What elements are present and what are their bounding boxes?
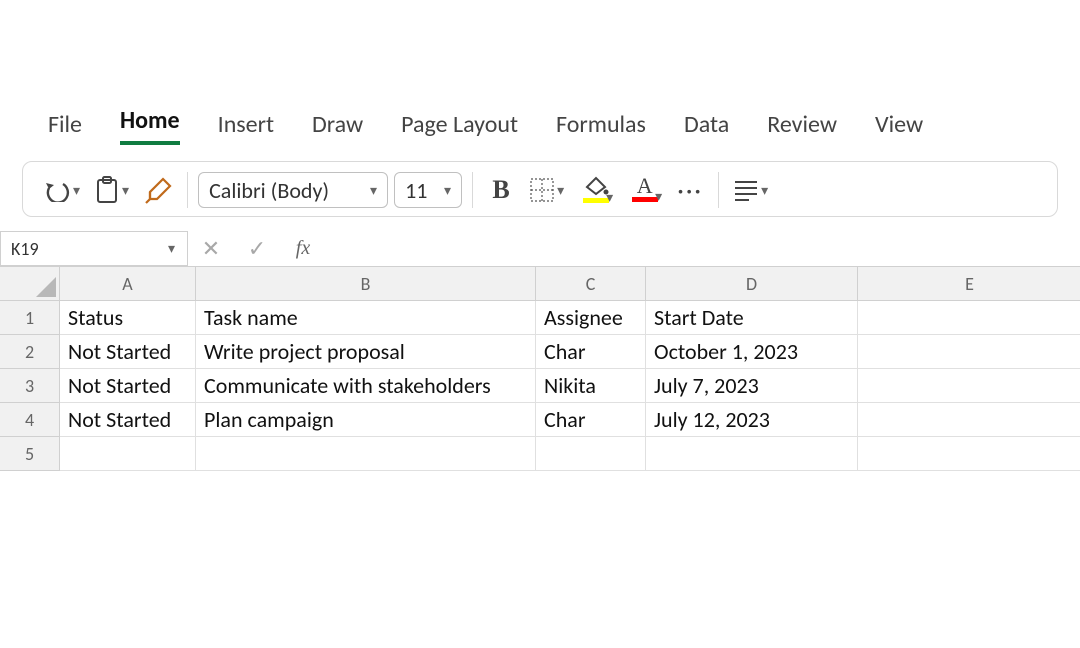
- font-size-select[interactable]: 11 ▾: [394, 172, 462, 208]
- undo-button[interactable]: ▾: [39, 172, 84, 208]
- chevron-down-icon: ▾: [370, 182, 377, 199]
- x-icon: ✕: [202, 235, 220, 262]
- font-name-value: Calibri (Body): [209, 177, 329, 204]
- cell-d3[interactable]: July 7, 2023: [646, 369, 858, 403]
- cell-reference: K19: [11, 238, 39, 260]
- formula-bar: K19 ▾ ✕ ✓ fx: [0, 231, 1080, 267]
- cell-c1[interactable]: Assignee: [536, 301, 646, 335]
- insert-function-button[interactable]: fx: [280, 231, 326, 266]
- row-header-4[interactable]: 4: [0, 403, 60, 437]
- column-header-e[interactable]: E: [858, 267, 1080, 301]
- cell-a1[interactable]: Status: [60, 301, 196, 335]
- chevron-down-icon: ▾: [655, 188, 662, 205]
- row-header-2[interactable]: 2: [0, 335, 60, 369]
- name-box[interactable]: K19 ▾: [0, 231, 188, 266]
- chevron-down-icon: ▾: [168, 240, 175, 257]
- cell-b3[interactable]: Communicate with stakeholders: [196, 369, 536, 403]
- toolbar-separator: [472, 172, 473, 208]
- cell-b2[interactable]: Write project proposal: [196, 335, 536, 369]
- enter-formula-button[interactable]: ✓: [234, 231, 280, 266]
- tab-review[interactable]: Review: [767, 110, 837, 145]
- cell-e2[interactable]: [858, 335, 1080, 369]
- cell-c5[interactable]: [536, 437, 646, 471]
- toolbar: ▾ ▾ Calibri (Body) ▾ 11 ▾ B ▾ ▾: [22, 161, 1058, 217]
- formula-input[interactable]: [326, 231, 1080, 266]
- cell-d2[interactable]: October 1, 2023: [646, 335, 858, 369]
- cell-a2[interactable]: Not Started: [60, 335, 196, 369]
- paintbrush-icon: [143, 176, 173, 204]
- check-icon: ✓: [248, 235, 266, 262]
- font-color-swatch: [632, 197, 658, 202]
- more-options-button[interactable]: ···: [672, 172, 708, 208]
- align-icon: [733, 179, 759, 201]
- clipboard-icon: [94, 176, 120, 204]
- fx-icon: fx: [296, 237, 310, 260]
- align-button[interactable]: ▾: [729, 172, 772, 208]
- column-header-b[interactable]: B: [196, 267, 536, 301]
- paste-button[interactable]: ▾: [90, 172, 133, 208]
- cell-a3[interactable]: Not Started: [60, 369, 196, 403]
- undo-icon: [43, 178, 71, 202]
- fill-color-swatch: [583, 198, 609, 203]
- cell-c4[interactable]: Char: [536, 403, 646, 437]
- chevron-down-icon: ▾: [606, 189, 613, 206]
- tab-formulas[interactable]: Formulas: [556, 110, 646, 145]
- chevron-down-icon: ▾: [122, 182, 129, 199]
- tab-data[interactable]: Data: [684, 110, 729, 145]
- font-color-button[interactable]: A ▾: [623, 172, 666, 208]
- row-header-1[interactable]: 1: [0, 301, 60, 335]
- cell-d1[interactable]: Start Date: [646, 301, 858, 335]
- chevron-down-icon: ▾: [761, 182, 768, 199]
- column-header-c[interactable]: C: [536, 267, 646, 301]
- chevron-down-icon: ▾: [557, 182, 564, 199]
- tab-page-layout[interactable]: Page Layout: [401, 110, 518, 145]
- tab-draw[interactable]: Draw: [312, 110, 363, 145]
- font-size-value: 11: [405, 177, 427, 204]
- borders-button[interactable]: ▾: [525, 172, 568, 208]
- font-name-select[interactable]: Calibri (Body) ▾: [198, 172, 388, 208]
- cell-b1[interactable]: Task name: [196, 301, 536, 335]
- cell-c2[interactable]: Char: [536, 335, 646, 369]
- bold-button[interactable]: B: [483, 172, 519, 208]
- cell-c3[interactable]: Nikita: [536, 369, 646, 403]
- cell-e4[interactable]: [858, 403, 1080, 437]
- cell-e3[interactable]: [858, 369, 1080, 403]
- cell-e5[interactable]: [858, 437, 1080, 471]
- triangle-icon: [36, 277, 56, 297]
- cell-a4[interactable]: Not Started: [60, 403, 196, 437]
- toolbar-separator: [187, 172, 188, 208]
- cell-b4[interactable]: Plan campaign: [196, 403, 536, 437]
- cell-e1[interactable]: [858, 301, 1080, 335]
- letter-a-icon: A: [637, 177, 653, 195]
- toolbar-separator: [718, 172, 719, 208]
- cell-d4[interactable]: July 12, 2023: [646, 403, 858, 437]
- borders-icon: [529, 177, 555, 203]
- format-painter-button[interactable]: [139, 172, 177, 208]
- tab-file[interactable]: File: [48, 110, 82, 145]
- tab-insert[interactable]: Insert: [218, 110, 274, 145]
- cancel-formula-button[interactable]: ✕: [188, 231, 234, 266]
- paint-bucket-icon: [583, 176, 609, 196]
- fill-color-button[interactable]: ▾: [574, 172, 617, 208]
- chevron-down-icon: ▾: [444, 182, 451, 199]
- chevron-down-icon: ▾: [73, 182, 80, 199]
- spreadsheet-grid[interactable]: A B C D E 1 Status Task name Assignee St…: [0, 267, 1080, 471]
- column-header-a[interactable]: A: [60, 267, 196, 301]
- cell-b5[interactable]: [196, 437, 536, 471]
- select-all-corner[interactable]: [0, 267, 60, 301]
- row-header-5[interactable]: 5: [0, 437, 60, 471]
- column-header-d[interactable]: D: [646, 267, 858, 301]
- ribbon-tabs: File Home Insert Draw Page Layout Formul…: [0, 105, 1080, 147]
- row-header-3[interactable]: 3: [0, 369, 60, 403]
- cell-a5[interactable]: [60, 437, 196, 471]
- cell-d5[interactable]: [646, 437, 858, 471]
- tab-view[interactable]: View: [875, 110, 923, 145]
- tab-home[interactable]: Home: [120, 106, 180, 145]
